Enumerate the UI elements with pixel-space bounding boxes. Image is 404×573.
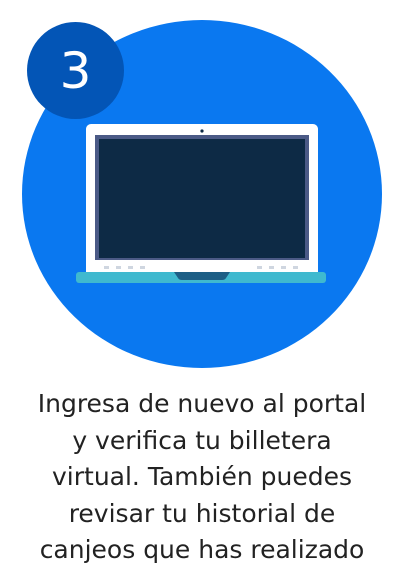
step-card: 3 Ingresa de nuevo al portal y verifica …	[0, 0, 404, 573]
step-description-line: y verifica tu billetera	[72, 425, 332, 455]
step-number-badge: 3	[27, 22, 124, 119]
step-description: Ingresa de nuevo al portal y verifica tu…	[0, 386, 404, 569]
step-description-line: canjeos que has realizado	[39, 535, 365, 564]
step-description-line: Ingresa de nuevo al portal	[37, 389, 367, 418]
step-number: 3	[59, 41, 92, 100]
step-description-line: virtual. También puedes	[52, 462, 352, 491]
step-description-line: revisar tu historial de	[68, 498, 336, 528]
laptop-icon	[76, 124, 326, 283]
